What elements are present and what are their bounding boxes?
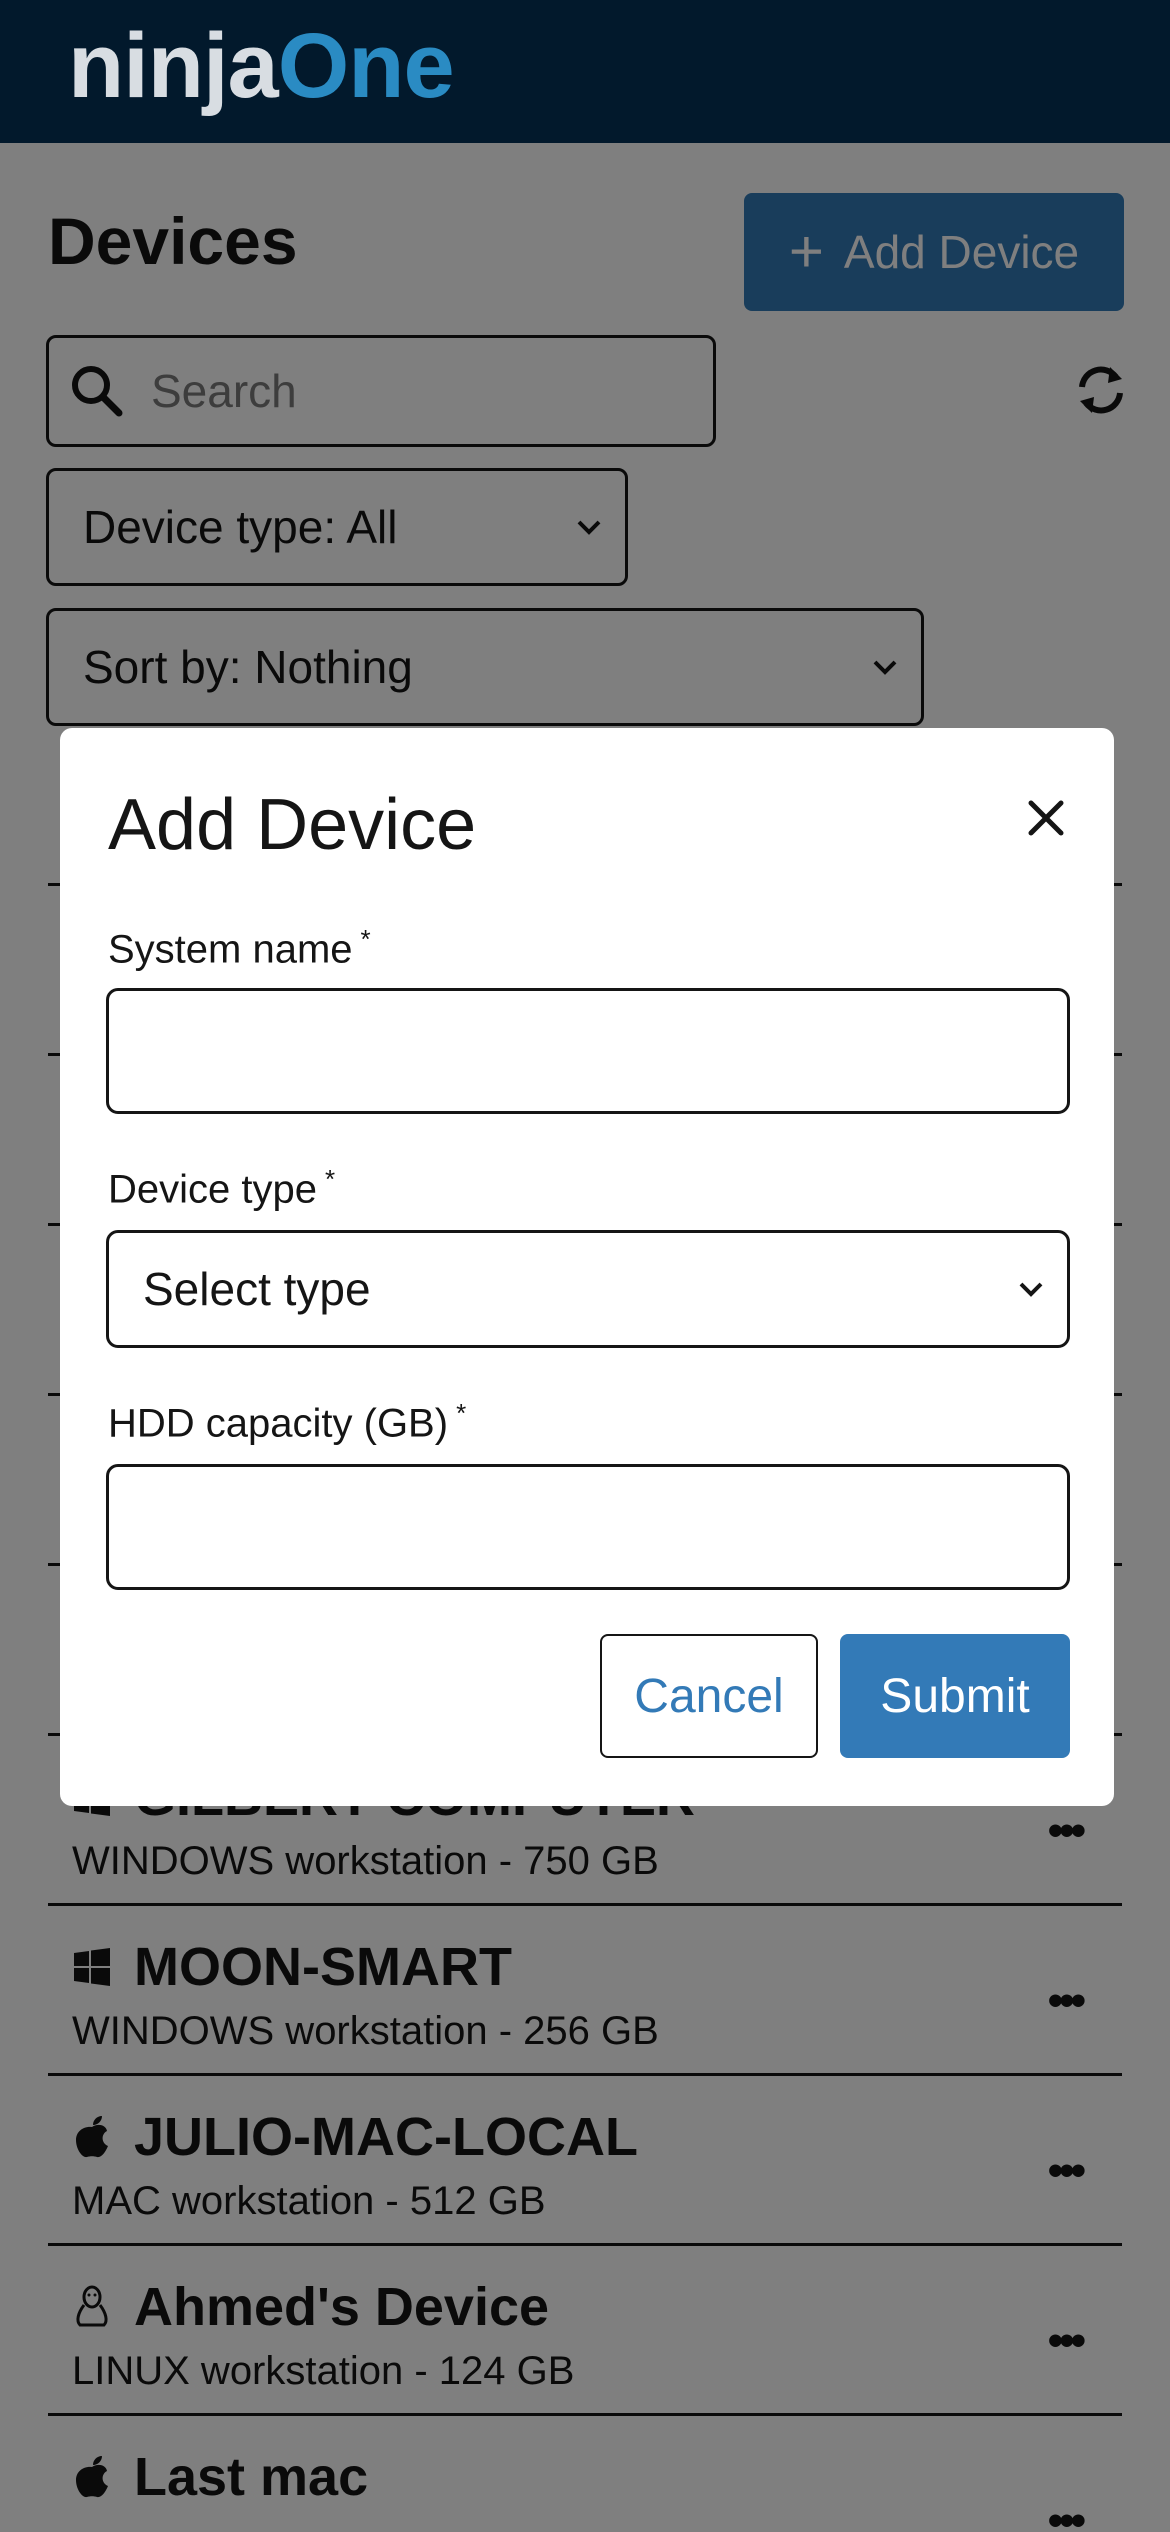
- required-mark: *: [360, 924, 371, 954]
- system-name-field[interactable]: [106, 988, 1070, 1114]
- system-name-label: System name *: [108, 924, 371, 972]
- ninjaone-logo: ninjaOne: [68, 15, 455, 117]
- device-type-select[interactable]: Select type: [106, 1230, 1070, 1348]
- submit-button[interactable]: Submit: [840, 1634, 1070, 1758]
- required-mark: *: [456, 1398, 467, 1428]
- close-icon[interactable]: [1026, 798, 1066, 838]
- hdd-capacity-field[interactable]: [106, 1464, 1070, 1590]
- device-type-label: Device type *: [108, 1164, 336, 1212]
- cancel-button[interactable]: Cancel: [600, 1634, 818, 1758]
- add-device-dialog: Add Device System name * Device type * Sel…: [60, 728, 1114, 1806]
- hdd-capacity-label: HDD capacity (GB) *: [108, 1398, 467, 1446]
- dialog-title: Add Device: [108, 785, 477, 865]
- chevron-down-icon: [1019, 1282, 1043, 1297]
- app-header: ninjaOne: [0, 0, 1170, 143]
- required-mark: *: [324, 1164, 336, 1194]
